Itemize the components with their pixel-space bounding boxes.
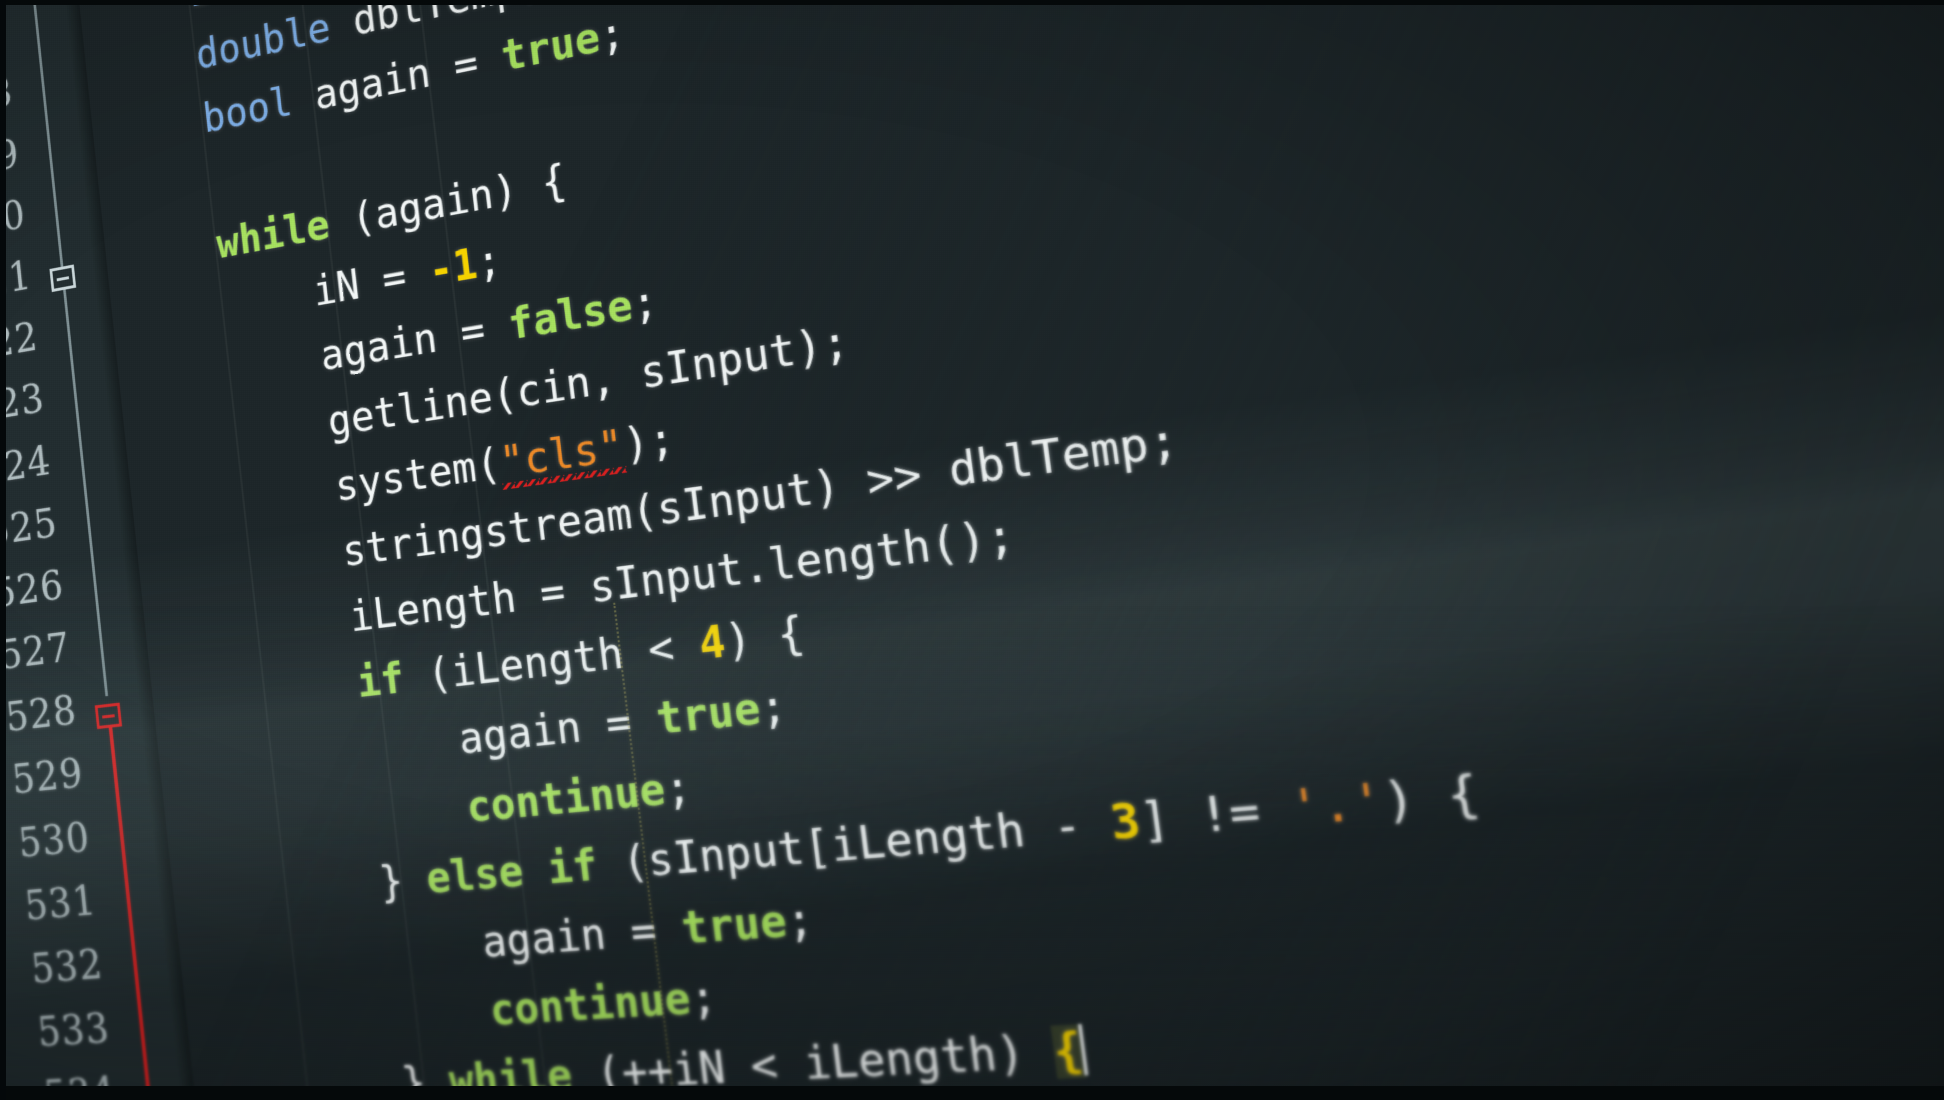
code-token: ; (756, 681, 790, 735)
code-token: ; (629, 277, 661, 331)
code-token: true (498, 13, 603, 81)
code-token: ; (596, 7, 628, 61)
code-token: ); (620, 413, 678, 471)
code-token: true (653, 684, 764, 746)
code-token: ] != (1136, 782, 1295, 849)
code-token: '.' (1286, 774, 1388, 837)
code-token: } (215, 1057, 453, 1100)
screenshot-root: 5165175185195205215225235245255265275285… (0, 0, 1944, 1100)
line-number: 532 (28, 939, 106, 993)
code-line-list: string sInput; int iLength, iN; double d… (71, 0, 1944, 1100)
monitor-photo-stage: 5165175185195205215225235245255265275285… (0, 0, 1944, 1100)
code-token: true (678, 896, 790, 955)
code-token: while (446, 1051, 575, 1100)
line-number: 531 (22, 876, 99, 930)
code-token: ; (687, 972, 720, 1025)
code-editor-window: 5165175185195205215225235245255265275285… (0, 0, 1944, 1100)
code-text-area[interactable]: string sInput; int iLength, iN; double d… (70, 0, 1944, 1100)
fold-toggle[interactable] (49, 264, 77, 293)
code-token: ; (474, 236, 504, 288)
code-token: "cls" (497, 421, 627, 490)
code-token: } (195, 855, 430, 922)
code-token: bool (200, 78, 295, 142)
fold-toggle-error[interactable] (94, 702, 123, 730)
code-token: ; (661, 762, 694, 815)
code-token: ) { (1379, 766, 1484, 830)
code-token: else if (423, 840, 601, 904)
code-token: false (505, 281, 636, 351)
code-token: (++iN < iLength) (568, 1026, 1058, 1100)
code-token: ; (783, 894, 817, 948)
code-token: while (214, 201, 332, 269)
line-number: 533 (35, 1003, 112, 1057)
code-token: ) { (722, 608, 808, 668)
line-number: 534 (41, 1068, 119, 1100)
